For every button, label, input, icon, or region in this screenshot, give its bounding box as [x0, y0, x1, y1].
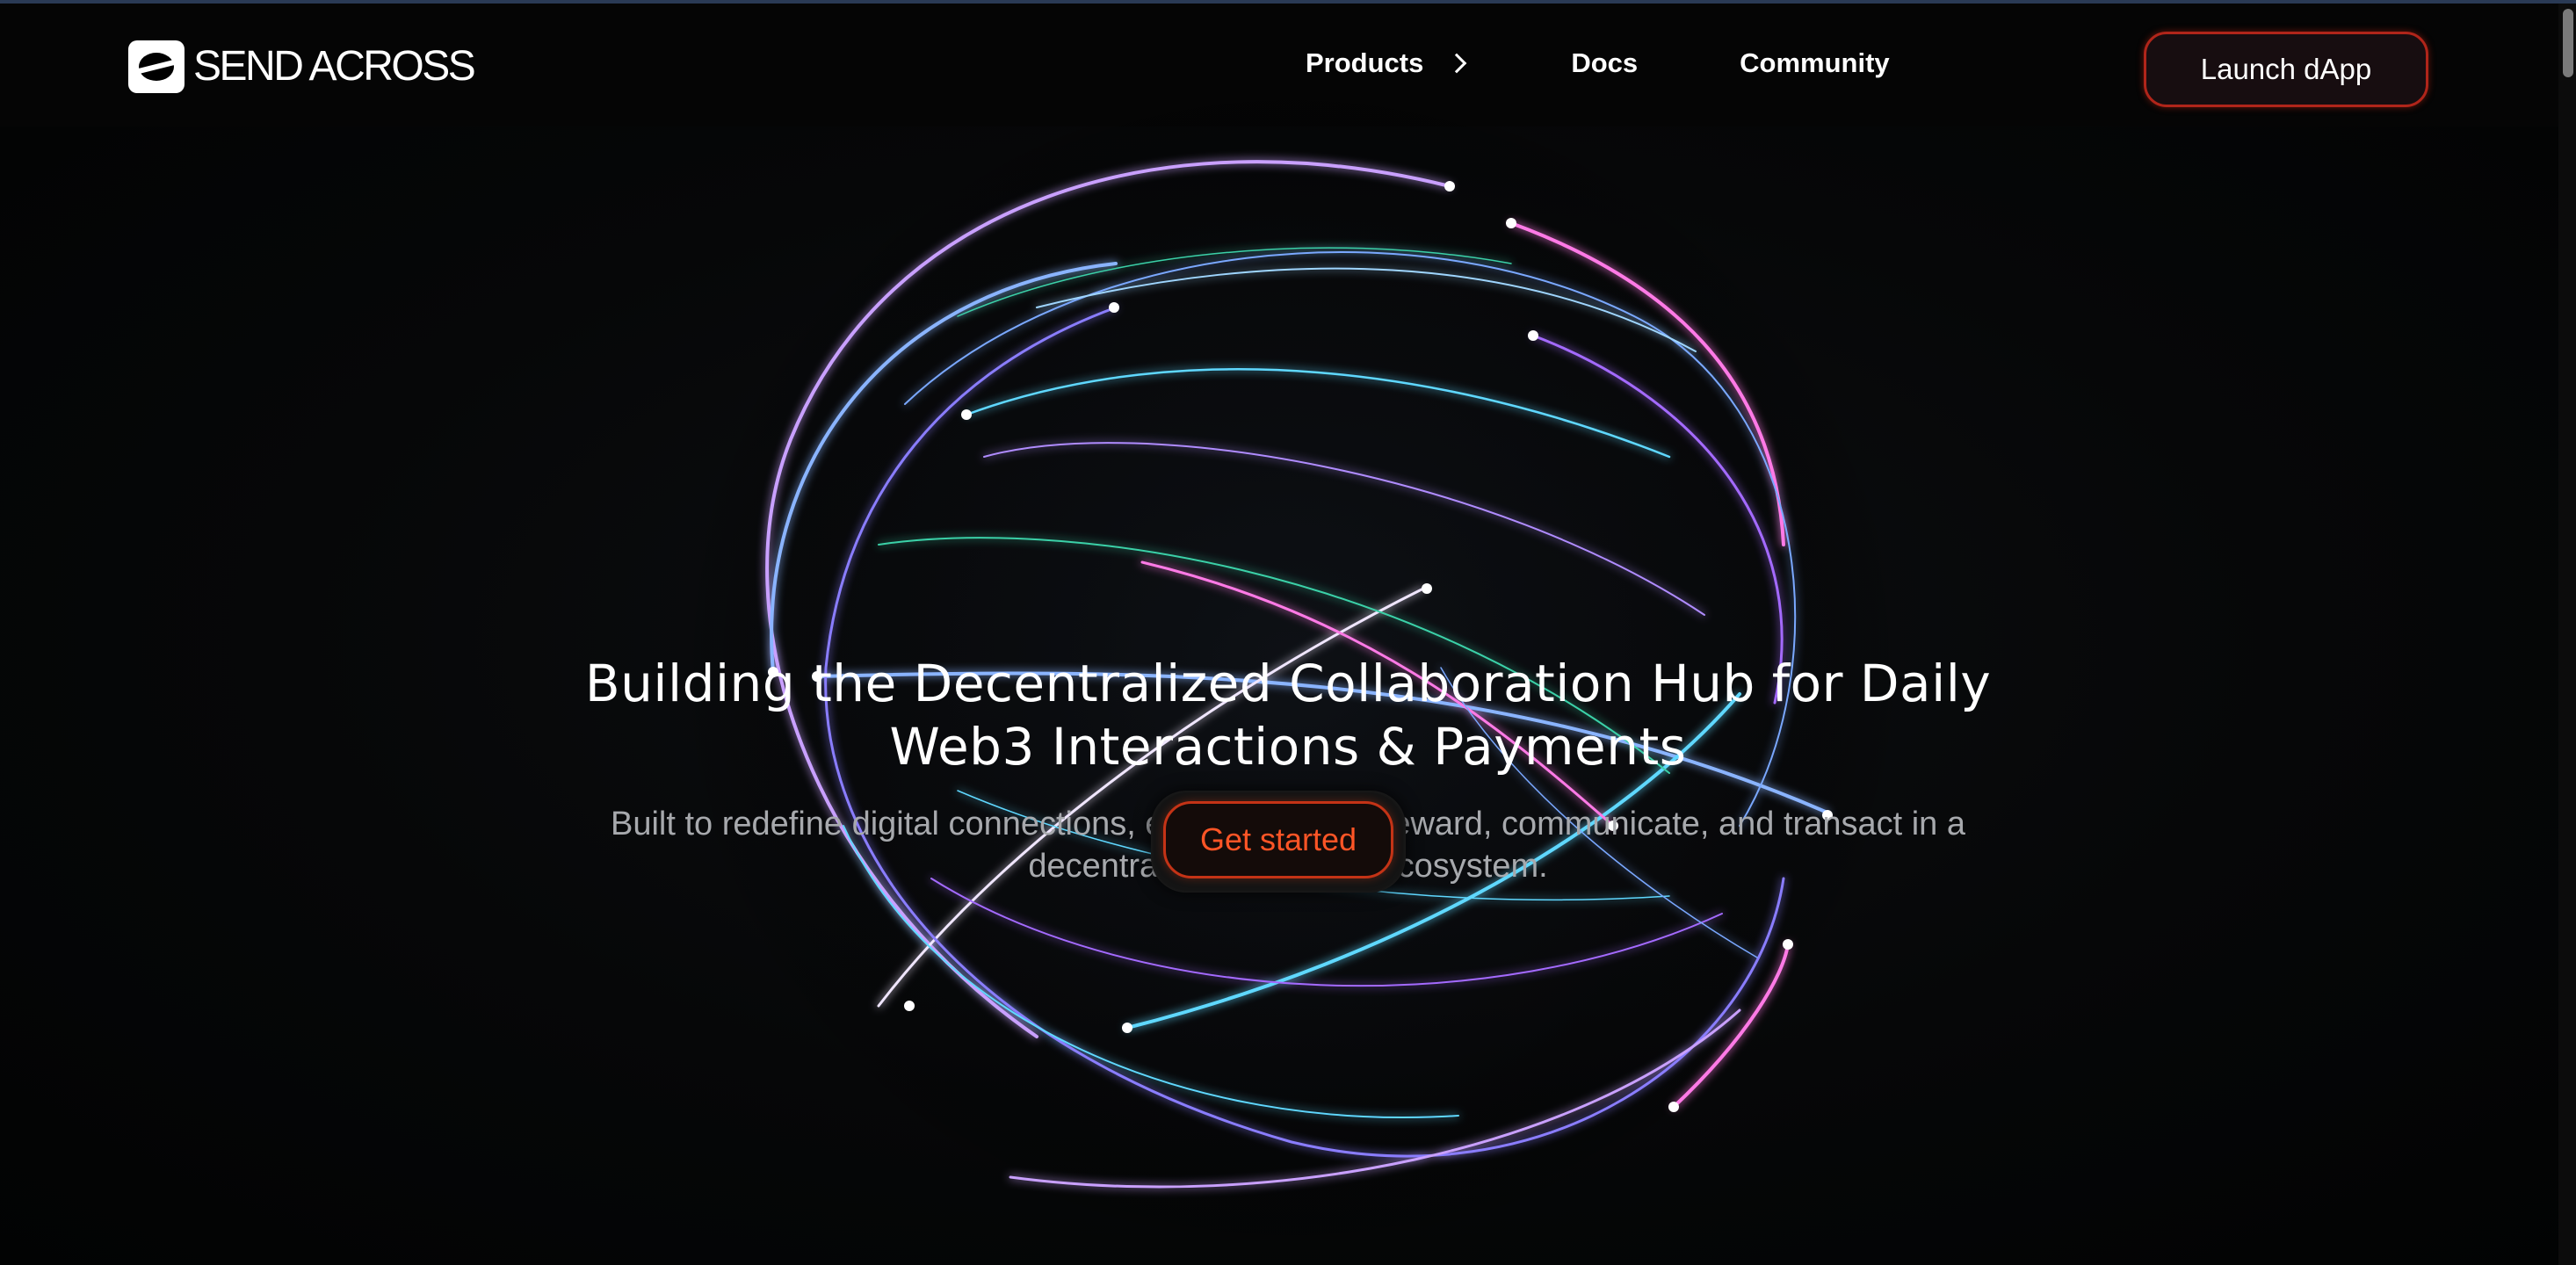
orb-illustration [677, 70, 1907, 1265]
hero-headline: Building the Decentralized Collaboration… [409, 652, 2167, 778]
hero-section: Building the Decentralized Collaboration… [0, 70, 2576, 1265]
scrollbar-thumb[interactable] [2563, 9, 2573, 77]
cta-container: Get started [1151, 791, 1406, 893]
scrollbar[interactable] [2558, 4, 2576, 1265]
hero-headline-line1: Building the Decentralized Collaboration… [584, 654, 1992, 713]
hero-headline-line2: Web3 Interactions & Payments [889, 717, 1687, 777]
get-started-button[interactable]: Get started [1163, 801, 1393, 878]
